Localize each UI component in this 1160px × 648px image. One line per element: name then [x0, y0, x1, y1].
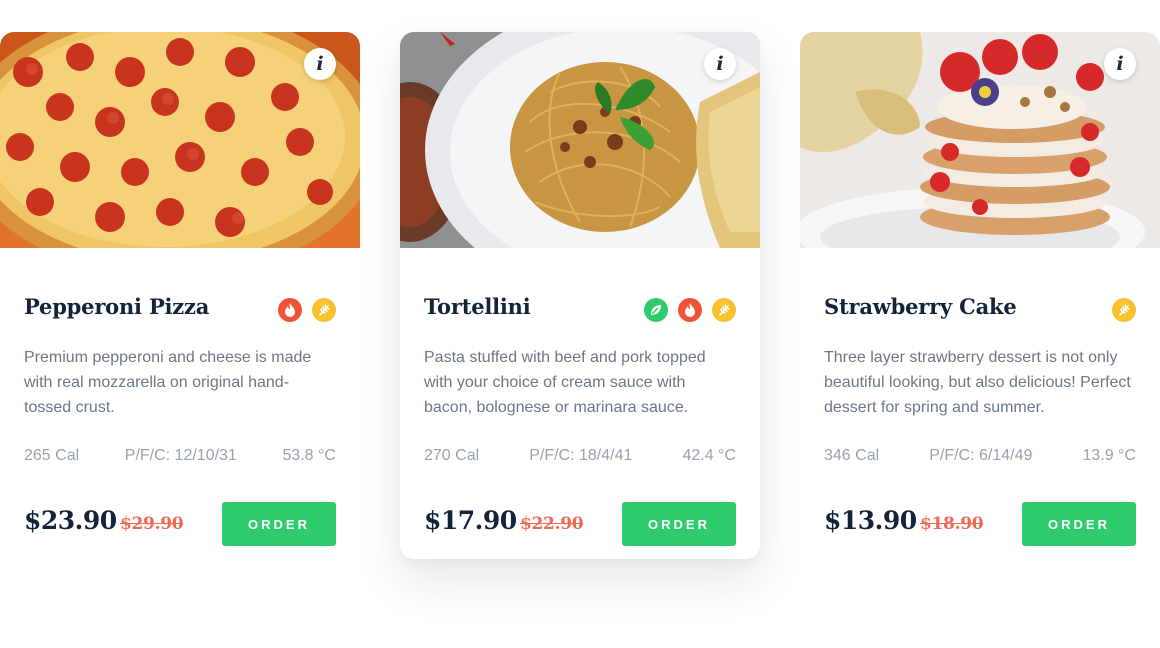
- badge-group: [1112, 298, 1136, 322]
- grain-icon: [312, 298, 336, 322]
- temperature: 42.4 °C: [682, 447, 736, 464]
- pfc-values: P/F/C: 6/14/49: [929, 447, 1033, 464]
- menu-card-pepperoni-pizza: i Pepperoni Pizza Premium pepperoni and …: [0, 32, 360, 559]
- info-icon: i: [1116, 53, 1124, 75]
- current-price: $17.90: [424, 506, 517, 535]
- price-row: $23.90 $29.90 ORDER: [24, 502, 336, 546]
- info-icon: i: [716, 53, 724, 75]
- temperature: 53.8 °C: [282, 447, 336, 464]
- card-title: Tortellini: [424, 294, 531, 319]
- old-price: $29.90: [120, 514, 184, 534]
- order-button[interactable]: ORDER: [1022, 502, 1136, 546]
- pfc-values: P/F/C: 18/4/41: [529, 447, 633, 464]
- calories: 346 Cal: [824, 447, 880, 464]
- info-button[interactable]: i: [704, 48, 736, 80]
- badge-group: [644, 298, 736, 322]
- card-title: Pepperoni Pizza: [24, 294, 210, 319]
- menu-card-strawberry-cake: i Strawberry Cake Three layer strawberry…: [800, 32, 1160, 559]
- grain-icon: [712, 298, 736, 322]
- price-row: $13.90 $18.90 ORDER: [824, 502, 1136, 546]
- pfc-values: P/F/C: 12/10/31: [124, 447, 237, 464]
- old-price: $18.90: [920, 514, 984, 534]
- vegetarian-icon: [644, 298, 668, 322]
- nutrition-stats: 346 Cal P/F/C: 6/14/49 13.9 °C: [824, 447, 1136, 465]
- grain-icon: [1112, 298, 1136, 322]
- old-price: $22.90: [520, 514, 584, 534]
- current-price: $23.90: [24, 506, 117, 535]
- menu-card-tortellini: i Tortellini Pasta stuffed with beef and…: [400, 32, 760, 559]
- nutrition-stats: 270 Cal P/F/C: 18/4/41 42.4 °C: [424, 447, 736, 465]
- badge-group: [278, 298, 336, 322]
- order-button[interactable]: ORDER: [622, 502, 736, 546]
- temperature: 13.9 °C: [1082, 447, 1136, 464]
- spaghetti-bolognese-photo: i: [400, 32, 760, 248]
- calories: 265 Cal: [24, 447, 80, 464]
- price-row: $17.90 $22.90 ORDER: [424, 502, 736, 546]
- order-button[interactable]: ORDER: [222, 502, 336, 546]
- menu-cards: i Pepperoni Pizza Premium pepperoni and …: [0, 32, 1160, 592]
- nutrition-stats: 265 Cal P/F/C: 12/10/31 53.8 °C: [24, 447, 336, 465]
- card-description: Three layer strawberry dessert is not on…: [824, 349, 1131, 416]
- pepperoni-pizza-photo: i: [0, 32, 360, 248]
- card-description: Pasta stuffed with beef and pork topped …: [424, 349, 706, 416]
- strawberry-pancake-stack-photo: i: [800, 32, 1160, 248]
- current-price: $13.90: [824, 506, 917, 535]
- spicy-icon: [678, 298, 702, 322]
- spicy-icon: [278, 298, 302, 322]
- calories: 270 Cal: [424, 447, 480, 464]
- card-description: Premium pepperoni and cheese is made wit…: [24, 349, 312, 416]
- card-title: Strawberry Cake: [824, 294, 1017, 319]
- info-icon: i: [316, 53, 324, 75]
- info-button[interactable]: i: [304, 48, 336, 80]
- info-button[interactable]: i: [1104, 48, 1136, 80]
